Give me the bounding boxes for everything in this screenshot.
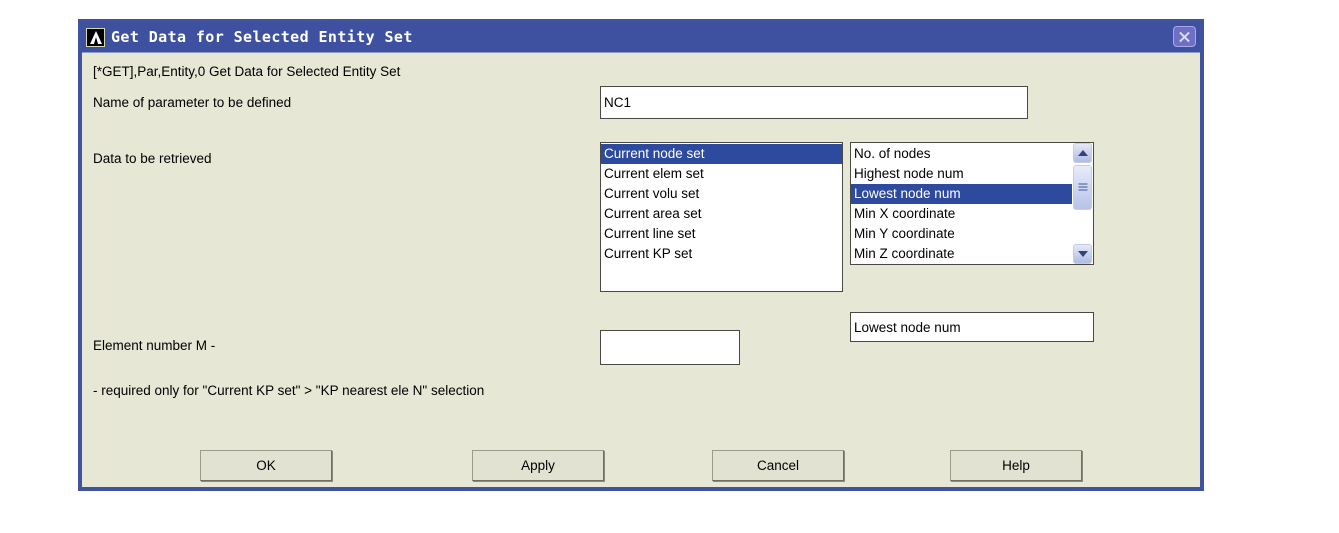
parameter-name-label: Name of parameter to be defined: [93, 95, 292, 110]
button-row: OK Apply Cancel Help: [82, 450, 1200, 490]
entity-set-listbox[interactable]: Current node set Current elem set Curren…: [600, 142, 843, 292]
scrollbar-thumb[interactable]: [1073, 165, 1092, 210]
selected-item-input[interactable]: [850, 312, 1094, 342]
help-button[interactable]: Help: [950, 450, 1082, 481]
data-item-list-inner: No. of nodes Highest node num Lowest nod…: [851, 144, 1076, 264]
list-item[interactable]: Min Y coordinate: [851, 224, 1073, 244]
scrollbar-track[interactable]: [1073, 210, 1092, 244]
close-icon[interactable]: [1173, 26, 1196, 47]
parameter-name-input[interactable]: [600, 86, 1028, 119]
list-item[interactable]: Current KP set: [601, 244, 842, 264]
list-item[interactable]: Current area set: [601, 204, 842, 224]
list-item[interactable]: Min Z coordinate: [851, 244, 1073, 264]
command-subtitle: [*GET],Par,Entity,0 Get Data for Selecte…: [93, 64, 401, 79]
list-item[interactable]: Current line set: [601, 224, 842, 244]
data-to-retrieve-label: Data to be retrieved: [93, 151, 212, 166]
dialog-window: Get Data for Selected Entity Set [*GET],…: [78, 19, 1204, 491]
chevron-down-icon[interactable]: [1073, 244, 1092, 264]
entity-set-list-inner: Current node set Current elem set Curren…: [601, 144, 842, 264]
cancel-button[interactable]: Cancel: [712, 450, 844, 481]
window-title: Get Data for Selected Entity Set: [111, 28, 413, 46]
list-item[interactable]: Min X coordinate: [851, 204, 1073, 224]
list-item[interactable]: Current node set: [601, 144, 842, 164]
data-item-listbox[interactable]: No. of nodes Highest node num Lowest nod…: [850, 142, 1094, 265]
list-item[interactable]: Lowest node num: [851, 184, 1076, 204]
ok-button[interactable]: OK: [200, 450, 332, 481]
ansys-logo-icon: [86, 28, 105, 47]
title-bar[interactable]: Get Data for Selected Entity Set: [82, 23, 1200, 53]
element-number-input[interactable]: [600, 330, 740, 365]
list-item[interactable]: No. of nodes: [851, 144, 1073, 164]
list-item[interactable]: Current volu set: [601, 184, 842, 204]
element-number-label: Element number M -: [93, 338, 216, 353]
element-number-note: - required only for "Current KP set" > "…: [93, 383, 485, 398]
dialog-body: [*GET],Par,Entity,0 Get Data for Selecte…: [82, 53, 1200, 487]
list-item[interactable]: Highest node num: [851, 164, 1073, 184]
data-item-scrollbar[interactable]: [1072, 143, 1093, 264]
list-item[interactable]: Current elem set: [601, 164, 842, 184]
apply-button[interactable]: Apply: [472, 450, 604, 481]
chevron-up-icon[interactable]: [1073, 143, 1092, 163]
